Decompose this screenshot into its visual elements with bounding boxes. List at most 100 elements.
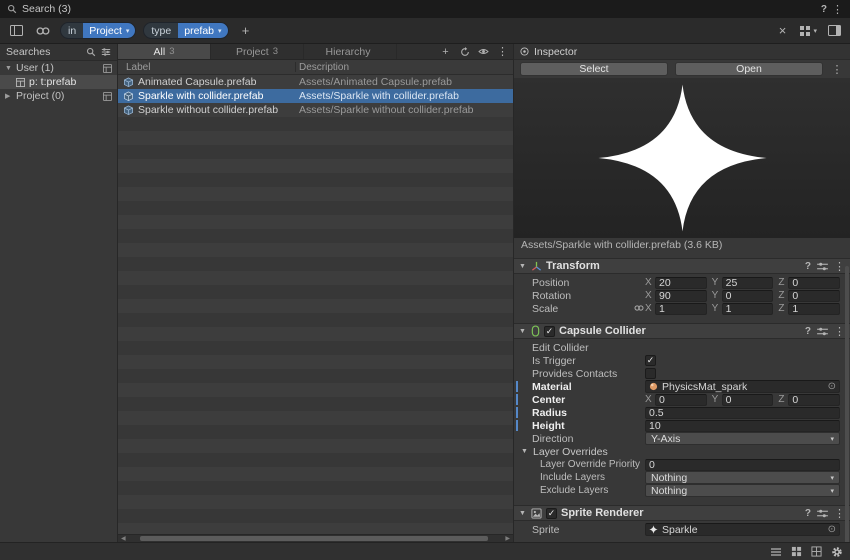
- object-picker-icon[interactable]: ⊙: [828, 381, 836, 392]
- foldout-open-icon[interactable]: ▼: [519, 510, 527, 517]
- view-options-button[interactable]: ▾: [799, 25, 817, 37]
- open-button[interactable]: Open: [675, 62, 823, 76]
- exclude-layers-dropdown[interactable]: Nothing ▾: [645, 484, 840, 497]
- position-x-field[interactable]: 20: [655, 277, 707, 289]
- is-trigger-checkbox[interactable]: ✓: [645, 355, 656, 366]
- rotation-x-field[interactable]: 90: [655, 290, 707, 302]
- foldout-open-icon[interactable]: ▼: [519, 263, 527, 270]
- results-panel: All 3 Project 3 Hierarchy + ⋮: [118, 44, 513, 542]
- rotation-y-field[interactable]: 0: [722, 290, 774, 302]
- center-x-field[interactable]: 0: [655, 394, 707, 406]
- filter-value[interactable]: Project ▾: [83, 23, 135, 38]
- component-menu-icon[interactable]: ⋮: [834, 325, 845, 338]
- import-icon[interactable]: [103, 64, 112, 73]
- height-field[interactable]: 10: [645, 420, 840, 432]
- position-y-field[interactable]: 25: [722, 277, 774, 289]
- layer-overrides-foldout[interactable]: ▼ Layer Overrides: [514, 445, 850, 458]
- column-header[interactable]: Label Description: [118, 60, 513, 75]
- help-icon[interactable]: ?: [805, 261, 811, 272]
- property-label: Center: [532, 394, 645, 406]
- edit-collider-label[interactable]: Edit Collider: [532, 342, 645, 354]
- filter-icon[interactable]: [101, 47, 111, 57]
- capsule-collider-header[interactable]: ▼ ✓ Capsule Collider ? ⋮: [514, 323, 850, 339]
- grid-view-icon[interactable]: [791, 546, 802, 557]
- presets-icon[interactable]: [817, 509, 828, 518]
- provides-contacts-checkbox[interactable]: [645, 368, 656, 379]
- column-divider[interactable]: [295, 62, 296, 72]
- scrollbar-thumb[interactable]: [140, 536, 488, 541]
- import-icon[interactable]: [103, 92, 112, 101]
- result-row-selected[interactable]: Sparkle with collider.prefab Assets/Spar…: [118, 89, 513, 103]
- refresh-icon[interactable]: [457, 45, 472, 59]
- help-icon[interactable]: ?: [805, 326, 811, 337]
- material-object-field[interactable]: PhysicsMat_spark ⊙: [645, 380, 840, 393]
- sidebar-group-project[interactable]: ▶ Project (0): [0, 89, 117, 103]
- window-menu-icon[interactable]: ⋮: [832, 3, 843, 16]
- filter-value[interactable]: prefab ▾: [178, 23, 227, 38]
- transform-header[interactable]: ▼ Transform ? ⋮: [514, 258, 850, 274]
- component-menu-icon[interactable]: ⋮: [834, 260, 845, 273]
- panel-toggle-icon[interactable]: [6, 21, 26, 41]
- foldout-open-icon[interactable]: ▼: [519, 328, 527, 335]
- tab-hierarchy[interactable]: Hierarchy: [304, 44, 397, 59]
- provides-contacts-row: Provides Contacts: [514, 367, 850, 380]
- inspector-menu-icon[interactable]: ⋮: [830, 62, 844, 76]
- presets-icon[interactable]: [817, 262, 828, 271]
- center-y-field[interactable]: 0: [722, 394, 774, 406]
- foldout-closed-icon[interactable]: ▶: [5, 92, 12, 100]
- add-filter-icon[interactable]: +: [236, 21, 256, 41]
- sidebar-group-user[interactable]: ▼ User (1): [0, 61, 117, 75]
- search-icon[interactable]: [86, 47, 96, 57]
- saved-search-item[interactable]: p: t:prefab: [0, 75, 117, 89]
- direction-dropdown[interactable]: Y-Axis ▾: [645, 432, 840, 445]
- tab-label: Project: [236, 46, 269, 58]
- column-label[interactable]: Label: [118, 62, 295, 73]
- horizontal-scrollbar[interactable]: ◀ ▶: [118, 534, 513, 542]
- statusbar: [0, 542, 850, 560]
- help-icon[interactable]: ?: [821, 4, 827, 15]
- eye-icon[interactable]: [476, 45, 491, 59]
- foldout-open-icon[interactable]: ▼: [521, 448, 529, 455]
- help-icon[interactable]: ?: [805, 508, 811, 519]
- foldout-open-icon[interactable]: ▼: [5, 65, 12, 72]
- filter-chip-type[interactable]: type prefab ▾: [143, 22, 228, 39]
- property-label: Position: [532, 277, 645, 289]
- settings-gear-icon[interactable]: [831, 546, 843, 558]
- radius-field[interactable]: 0.5: [645, 407, 840, 419]
- scale-z-field[interactable]: 1: [788, 303, 840, 315]
- results-menu-icon[interactable]: ⋮: [495, 45, 510, 59]
- include-layers-dropdown[interactable]: Nothing ▾: [645, 471, 840, 484]
- sprite-object-field[interactable]: Sparkle ⊙: [645, 523, 840, 536]
- rotation-z-field[interactable]: 0: [788, 290, 840, 302]
- select-button[interactable]: Select: [520, 62, 668, 76]
- tab-all[interactable]: All 3: [118, 44, 211, 59]
- result-row[interactable]: Animated Capsule.prefab Assets/Animated …: [118, 75, 513, 89]
- result-label: Animated Capsule.prefab: [138, 76, 257, 88]
- position-z-field[interactable]: 0: [788, 277, 840, 289]
- link-scale-icon[interactable]: [634, 304, 644, 312]
- sprite-renderer-header[interactable]: ▼ ✓ Sprite Renderer ? ⋮: [514, 505, 850, 521]
- tab-project[interactable]: Project 3: [211, 44, 304, 59]
- link-icon[interactable]: [33, 21, 53, 41]
- axis-z-label: Z: [778, 394, 788, 405]
- big-grid-view-icon[interactable]: [811, 546, 822, 557]
- inspector-toggle-icon[interactable]: [824, 21, 844, 41]
- center-z-field[interactable]: 0: [788, 394, 840, 406]
- scale-x-field[interactable]: 1: [655, 303, 707, 315]
- component-menu-icon[interactable]: ⋮: [834, 507, 845, 520]
- result-row[interactable]: Sparkle without collider.prefab Assets/S…: [118, 103, 513, 117]
- list-view-icon[interactable]: [770, 547, 782, 557]
- object-picker-icon[interactable]: ⊙: [828, 524, 836, 535]
- axis-x-label: X: [645, 290, 655, 301]
- column-description[interactable]: Description: [295, 62, 349, 73]
- add-tab-icon[interactable]: +: [438, 45, 453, 59]
- component-enabled-checkbox[interactable]: ✓: [546, 508, 557, 519]
- scale-y-field[interactable]: 1: [722, 303, 774, 315]
- exclude-layers-row: Exclude Layers Nothing ▾: [514, 484, 850, 497]
- component-enabled-checkbox[interactable]: ✓: [544, 326, 555, 337]
- filter-chip-area[interactable]: in Project ▾: [60, 22, 136, 39]
- layer-override-priority-field[interactable]: 0: [645, 459, 840, 471]
- clear-search-icon[interactable]: ×: [772, 21, 792, 41]
- inspector-scrollbar-thumb[interactable]: [845, 266, 849, 542]
- presets-icon[interactable]: [817, 327, 828, 336]
